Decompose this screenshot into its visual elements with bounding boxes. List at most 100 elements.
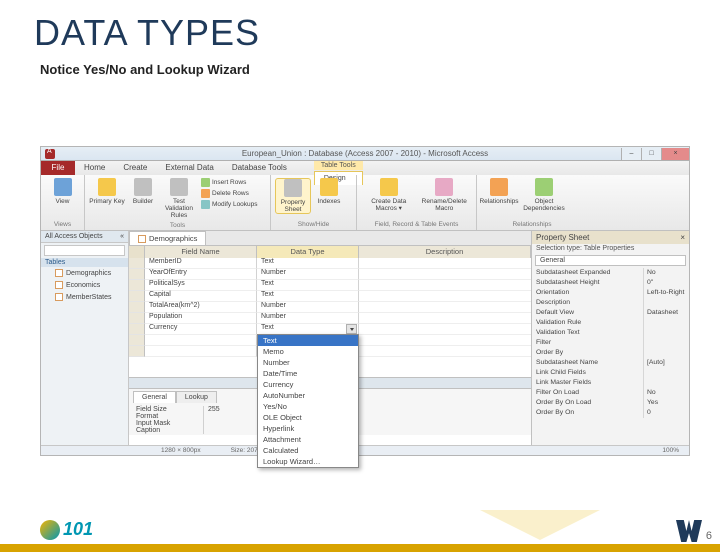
description-cell[interactable] xyxy=(359,291,531,302)
nav-header[interactable]: All Access Objects xyxy=(45,233,103,240)
nav-item-demographics[interactable]: Demographics xyxy=(41,267,128,279)
property-row[interactable]: Subdatasheet ExpandedNo xyxy=(532,268,689,278)
slide-title: DATA TYPES xyxy=(34,12,720,54)
primary-key-button[interactable]: Primary Key xyxy=(89,178,125,205)
datatype-cell[interactable]: Text xyxy=(257,280,359,291)
datatype-option[interactable]: Number xyxy=(258,357,358,368)
row-selector[interactable] xyxy=(129,291,145,302)
row-selector[interactable] xyxy=(129,280,145,291)
indexes-button[interactable]: Indexes xyxy=(311,178,347,205)
nav-item-memberstates[interactable]: MemberStates xyxy=(41,291,128,303)
builder-icon xyxy=(134,178,152,196)
property-sheet-tab-general[interactable]: General xyxy=(535,255,686,266)
field-row[interactable]: Population Number xyxy=(129,313,531,324)
field-name-cell[interactable]: PoliticalSys xyxy=(145,280,257,291)
delete-rows-button[interactable]: Delete Rows xyxy=(201,189,258,198)
tab-external-data[interactable]: External Data xyxy=(156,161,222,175)
datatype-option[interactable]: Lookup Wizard… xyxy=(258,456,358,467)
property-row[interactable]: Filter On LoadNo xyxy=(532,388,689,398)
fp-tab-lookup[interactable]: Lookup xyxy=(176,391,217,403)
rename-macro-icon xyxy=(435,178,453,196)
datatype-option[interactable]: Date/Time xyxy=(258,368,358,379)
property-row[interactable]: Validation Text xyxy=(532,328,689,338)
field-row[interactable]: YearOfEntry Number xyxy=(129,269,531,280)
datatype-cell[interactable]: Text xyxy=(257,291,359,302)
field-name-cell[interactable]: MemberID xyxy=(145,258,257,269)
field-row[interactable]: Capital Text xyxy=(129,291,531,302)
field-name-cell[interactable]: YearOfEntry xyxy=(145,269,257,280)
datatype-option[interactable]: Calculated xyxy=(258,445,358,456)
property-row[interactable]: Order By On0 xyxy=(532,408,689,418)
field-name-cell[interactable]: Capital xyxy=(145,291,257,302)
nav-item-economics[interactable]: Economics xyxy=(41,279,128,291)
field-name-cell[interactable]: Population xyxy=(145,313,257,324)
property-row[interactable]: Subdatasheet Name[Auto] xyxy=(532,358,689,368)
property-row[interactable]: Link Master Fields xyxy=(532,378,689,388)
nav-collapse-icon[interactable]: « xyxy=(120,233,124,240)
modify-lookups-button[interactable]: Modify Lookups xyxy=(201,200,258,209)
tab-file[interactable]: File xyxy=(41,161,75,175)
datatype-option[interactable]: Currency xyxy=(258,379,358,390)
fp-tab-general[interactable]: General xyxy=(133,391,176,403)
dropdown-button-icon[interactable] xyxy=(346,324,357,334)
test-validation-button[interactable]: Test Validation Rules xyxy=(161,178,197,219)
property-row[interactable]: Order By On LoadYes xyxy=(532,398,689,408)
insert-rows-button[interactable]: Insert Rows xyxy=(201,178,258,187)
property-row[interactable]: OrientationLeft-to-Right xyxy=(532,288,689,298)
datatype-cell[interactable]: Number xyxy=(257,313,359,324)
relationships-button[interactable]: Relationships xyxy=(481,178,517,205)
view-button[interactable]: View xyxy=(45,178,80,205)
status-zoom: 100% xyxy=(662,447,679,454)
datatype-dropdown[interactable]: TextMemoNumberDate/TimeCurrencyAutoNumbe… xyxy=(257,334,359,468)
create-data-macros-button[interactable]: Create Data Macros ▾ xyxy=(361,178,417,212)
field-row[interactable]: TotalArea(km^2) Number xyxy=(129,302,531,313)
datatype-option[interactable]: Attachment xyxy=(258,434,358,445)
datatype-option[interactable]: Yes/No xyxy=(258,401,358,412)
minimize-button[interactable]: – xyxy=(621,148,641,160)
field-name-cell[interactable]: TotalArea(km^2) xyxy=(145,302,257,313)
nav-section-tables[interactable]: Tables xyxy=(41,258,128,267)
datatype-option[interactable]: Hyperlink xyxy=(258,423,358,434)
datatype-option[interactable]: Memo xyxy=(258,346,358,357)
datatype-option[interactable]: AutoNumber xyxy=(258,390,358,401)
tab-home[interactable]: Home xyxy=(75,161,114,175)
description-cell[interactable] xyxy=(359,269,531,280)
document-tab-demographics[interactable]: Demographics xyxy=(129,231,206,245)
builder-button[interactable]: Builder xyxy=(125,178,161,205)
description-cell[interactable] xyxy=(359,258,531,269)
field-row[interactable]: PoliticalSys Text xyxy=(129,280,531,291)
tab-create[interactable]: Create xyxy=(114,161,156,175)
row-selector[interactable] xyxy=(129,302,145,313)
maximize-button[interactable]: □ xyxy=(641,148,661,160)
property-row[interactable]: Link Child Fields xyxy=(532,368,689,378)
nav-search-input[interactable] xyxy=(44,245,125,256)
description-cell[interactable] xyxy=(359,280,531,291)
object-dependencies-button[interactable]: Object Dependencies xyxy=(517,178,571,212)
tab-database-tools[interactable]: Database Tools xyxy=(223,161,296,175)
datatype-option[interactable]: OLE Object xyxy=(258,412,358,423)
row-selector[interactable] xyxy=(129,324,145,335)
property-row[interactable]: Validation Rule xyxy=(532,318,689,328)
property-row[interactable]: Order By xyxy=(532,348,689,358)
close-button[interactable]: × xyxy=(661,148,689,160)
property-sheet-button[interactable]: Property Sheet xyxy=(275,178,311,214)
row-selector[interactable] xyxy=(129,258,145,269)
field-name-cell[interactable]: Currency xyxy=(145,324,257,335)
datatype-cell[interactable]: Number xyxy=(257,269,359,280)
datatype-cell[interactable]: Text xyxy=(257,258,359,269)
property-row[interactable]: Description xyxy=(532,298,689,308)
property-sheet-close-icon[interactable]: × xyxy=(680,233,685,242)
description-cell[interactable] xyxy=(359,302,531,313)
field-row[interactable]: MemberID Text xyxy=(129,258,531,269)
property-row[interactable]: Subdatasheet Height0" xyxy=(532,278,689,288)
datatype-cell[interactable]: Number xyxy=(257,302,359,313)
description-cell[interactable] xyxy=(359,324,531,335)
property-row[interactable]: Filter xyxy=(532,338,689,348)
rename-delete-macro-button[interactable]: Rename/Delete Macro xyxy=(417,178,473,212)
description-cell[interactable] xyxy=(359,313,531,324)
row-selector[interactable] xyxy=(129,313,145,324)
property-row[interactable]: Default ViewDatasheet xyxy=(532,308,689,318)
window-title: European_Union : Database (Access 2007 -… xyxy=(242,149,488,158)
datatype-option[interactable]: Text xyxy=(258,335,358,346)
row-selector[interactable] xyxy=(129,269,145,280)
